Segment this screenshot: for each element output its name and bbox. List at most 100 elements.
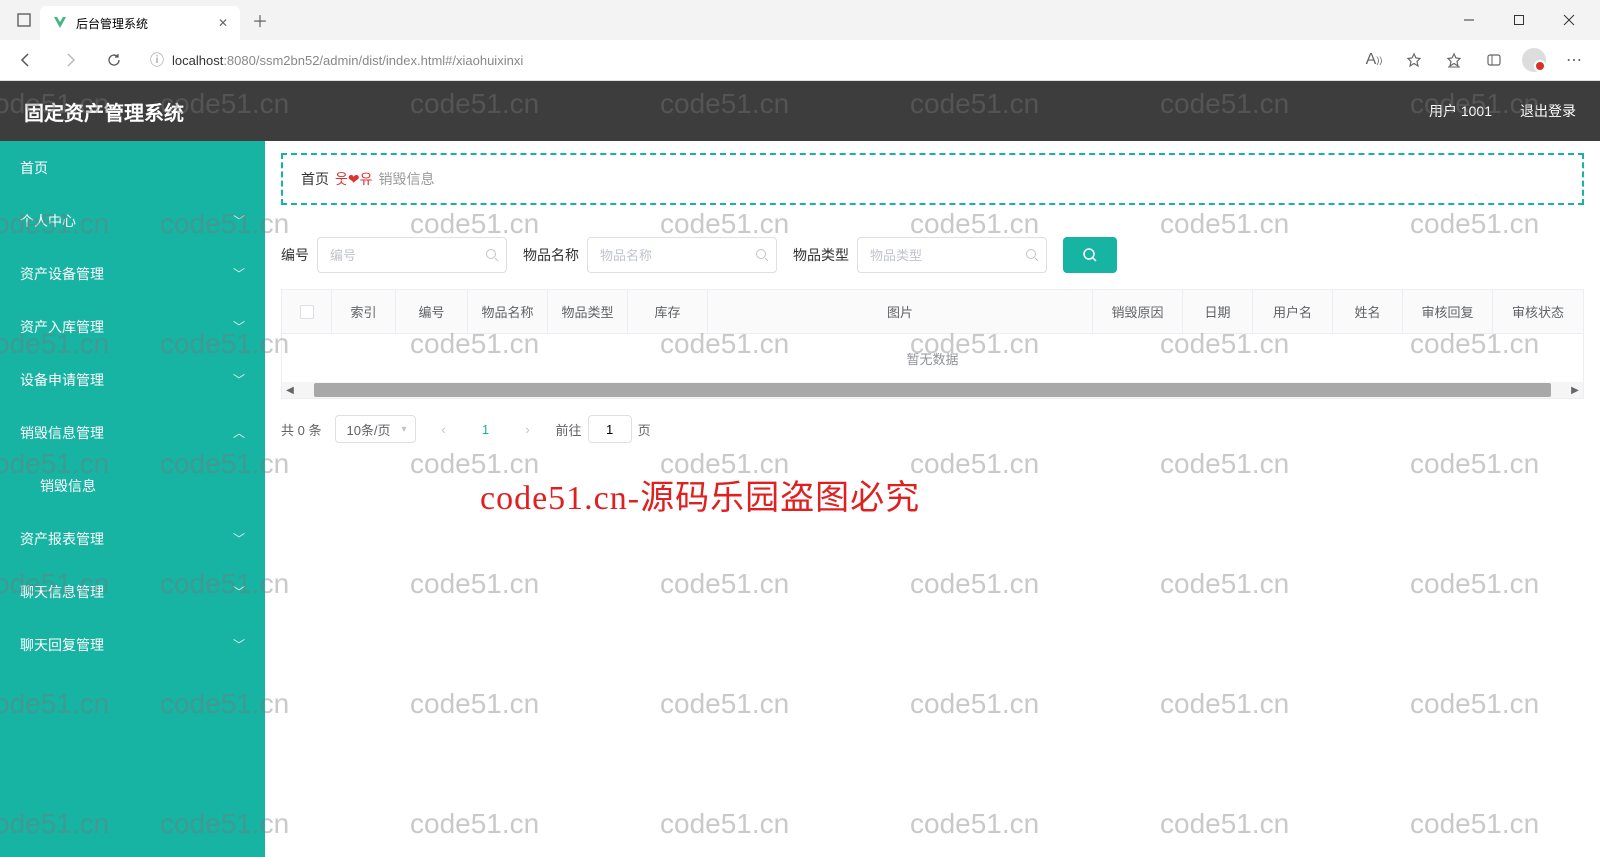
- chevron-down-icon: ﹀: [233, 265, 245, 282]
- window-minimize-button[interactable]: [1446, 4, 1492, 36]
- window-controls: [1446, 4, 1592, 36]
- url-input[interactable]: ⓘ localhost:8080/ssm2bn52/admin/dist/ind…: [140, 44, 1340, 76]
- scroll-left-icon[interactable]: ◀: [282, 385, 298, 396]
- col-date: 日期: [1183, 290, 1253, 333]
- tab-list-button[interactable]: [8, 4, 40, 36]
- window-close-button[interactable]: [1546, 4, 1592, 36]
- search-suffix-icon: [1025, 248, 1039, 262]
- sidebar-item-4[interactable]: 设备申请管理 ﹀: [0, 353, 265, 406]
- page-jump-input[interactable]: [588, 415, 632, 443]
- data-table: 索引 编号 物品名称 物品类型 库存 图片 销毁原因 日期 用户名 姓名 审核回…: [281, 289, 1584, 399]
- table-horizontal-scrollbar[interactable]: ◀ ▶: [282, 382, 1583, 398]
- page-prev-button[interactable]: ‹: [430, 415, 458, 443]
- nav-refresh-button[interactable]: [96, 42, 132, 78]
- address-bar: ⓘ localhost:8080/ssm2bn52/admin/dist/ind…: [0, 40, 1600, 80]
- sidebar-item-label: 资产入库管理: [20, 317, 104, 337]
- col-username: 用户名: [1253, 290, 1333, 333]
- breadcrumb-decoration: 웃❤유: [335, 169, 373, 189]
- pagination-total: 共 0 条: [281, 420, 321, 439]
- filter-name-label: 物品名称: [523, 245, 579, 265]
- breadcrumb: 首页 웃❤유 销毁信息: [281, 153, 1584, 205]
- chevron-down-icon: ﹀: [233, 583, 245, 600]
- vue-favicon-icon: [52, 15, 68, 31]
- new-tab-button[interactable]: ＋: [246, 6, 274, 34]
- sidebar-item-7[interactable]: 资产报表管理 ﹀: [0, 512, 265, 565]
- chevron-down-icon: ﹀: [233, 371, 245, 388]
- table-empty-text: 暂无数据: [282, 334, 1583, 382]
- filter-type-label: 物品类型: [793, 245, 849, 265]
- col-realname: 姓名: [1333, 290, 1403, 333]
- page-size-select[interactable]: 10条/页: [335, 415, 415, 443]
- sidebar-item-5[interactable]: 销毁信息管理 ︿: [0, 406, 265, 459]
- sidebar-item-3[interactable]: 资产入库管理 ﹀: [0, 300, 265, 353]
- app-title: 固定资产管理系统: [24, 97, 184, 126]
- chevron-down-icon: ﹀: [233, 636, 245, 653]
- table-header-row: 索引 编号 物品名称 物品类型 库存 图片 销毁原因 日期 用户名 姓名 审核回…: [282, 290, 1583, 334]
- col-code: 编号: [396, 290, 468, 333]
- table-select-all[interactable]: [282, 290, 332, 333]
- col-stock: 库存: [628, 290, 708, 333]
- col-reason: 销毁原因: [1093, 290, 1183, 333]
- more-menu-icon[interactable]: ⋯: [1556, 42, 1592, 78]
- sidebar-item-label: 首页: [20, 158, 48, 178]
- sidebar-item-label: 聊天信息管理: [20, 582, 104, 602]
- chevron-down-icon: ﹀: [233, 530, 245, 547]
- sidebar-item-9[interactable]: 聊天回复管理 ﹀: [0, 618, 265, 671]
- browser-chrome: 后台管理系统 ✕ ＋ ⓘ localhost: [0, 0, 1600, 81]
- pagination: 共 0 条 10条/页 ‹ 1 › 前往 页: [281, 399, 1584, 459]
- window-maximize-button[interactable]: [1496, 4, 1542, 36]
- sidebar-item-8[interactable]: 聊天信息管理 ﹀: [0, 565, 265, 618]
- favorites-icon[interactable]: [1396, 42, 1432, 78]
- scroll-right-icon[interactable]: ▶: [1567, 385, 1583, 396]
- search-suffix-icon: [485, 248, 499, 262]
- current-user-label[interactable]: 用户 1001: [1429, 101, 1492, 121]
- filter-code-label: 编号: [281, 245, 309, 265]
- chevron-down-icon: ﹀: [233, 318, 245, 335]
- collections-icon[interactable]: [1476, 42, 1512, 78]
- app-header: 固定资产管理系统 用户 1001 退出登录: [0, 81, 1600, 141]
- sidebar-item-6[interactable]: 销毁信息: [0, 459, 265, 512]
- col-audit-status: 审核状态: [1493, 290, 1583, 333]
- chevron-down-icon: ﹀: [233, 212, 245, 229]
- main-content: 首页 웃❤유 销毁信息 编号: [265, 141, 1600, 857]
- sidebar-item-label: 资产报表管理: [20, 529, 104, 549]
- page-number-current[interactable]: 1: [472, 415, 500, 443]
- sidebar-item-1[interactable]: 个人中心 ﹀: [0, 194, 265, 247]
- browser-tab[interactable]: 后台管理系统 ✕: [40, 6, 240, 40]
- page-jump-suffix: 页: [638, 420, 651, 439]
- nav-back-button[interactable]: [8, 42, 44, 78]
- sidebar-item-label: 销毁信息管理: [20, 423, 104, 443]
- read-aloud-icon[interactable]: A)): [1356, 42, 1392, 78]
- sidebar-item-0[interactable]: 首页: [0, 141, 265, 194]
- logout-link[interactable]: 退出登录: [1520, 101, 1576, 121]
- sidebar-item-label: 资产设备管理: [20, 264, 104, 284]
- filter-code-input[interactable]: [317, 237, 507, 273]
- breadcrumb-home[interactable]: 首页: [301, 169, 329, 189]
- profile-avatar[interactable]: [1516, 42, 1552, 78]
- page-jump-prefix: 前往: [556, 420, 582, 439]
- browser-tab-bar: 后台管理系统 ✕ ＋: [0, 0, 1600, 40]
- favorites-bar-icon[interactable]: [1436, 42, 1472, 78]
- sidebar-item-label: 设备申请管理: [20, 370, 104, 390]
- app-root: 固定资产管理系统 用户 1001 退出登录 首页个人中心﹀资产设备管理﹀资产入库…: [0, 81, 1600, 857]
- sidebar-item-label: 销毁信息: [40, 476, 96, 496]
- col-image: 图片: [708, 290, 1093, 333]
- filter-name-input[interactable]: [587, 237, 777, 273]
- col-type: 物品类型: [548, 290, 628, 333]
- chevron-up-icon: ︿: [233, 424, 245, 441]
- info-icon: ⓘ: [150, 50, 164, 70]
- sidebar-item-label: 个人中心: [20, 211, 76, 231]
- sidebar-item-label: 聊天回复管理: [20, 635, 104, 655]
- tab-close-icon[interactable]: ✕: [218, 16, 228, 30]
- url-text: localhost:8080/ssm2bn52/admin/dist/index…: [172, 53, 523, 68]
- search-button[interactable]: [1063, 237, 1117, 273]
- page-next-button[interactable]: ›: [514, 415, 542, 443]
- search-filters: 编号 物品名称: [281, 221, 1584, 289]
- tab-title: 后台管理系统: [76, 15, 148, 32]
- sidebar-item-2[interactable]: 资产设备管理 ﹀: [0, 247, 265, 300]
- filter-type-input[interactable]: [857, 237, 1047, 273]
- col-audit-reply: 审核回复: [1403, 290, 1493, 333]
- breadcrumb-current: 销毁信息: [379, 169, 435, 189]
- nav-forward-button[interactable]: [52, 42, 88, 78]
- sidebar: 首页个人中心﹀资产设备管理﹀资产入库管理﹀设备申请管理﹀销毁信息管理︿销毁信息资…: [0, 141, 265, 857]
